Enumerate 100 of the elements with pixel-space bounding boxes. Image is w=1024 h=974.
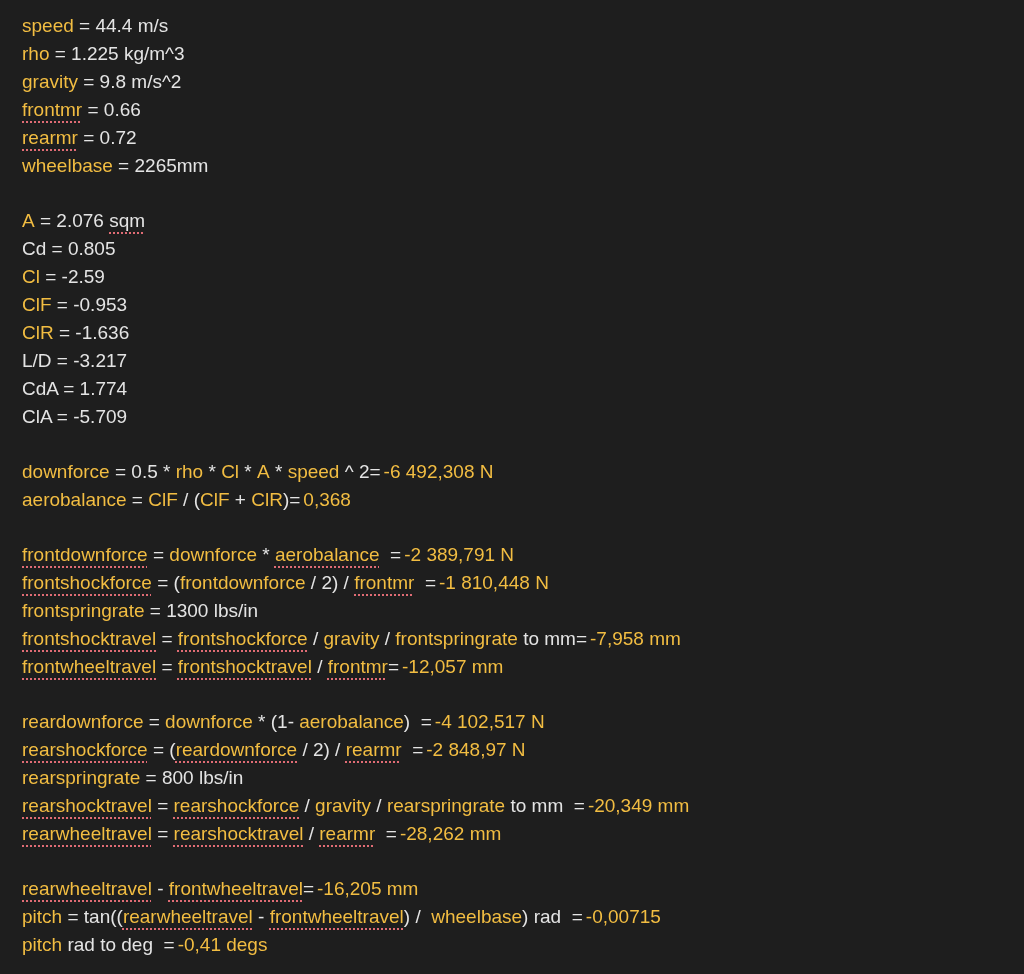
variable-name: Cl — [221, 460, 240, 484]
expression-text: / — [311, 627, 320, 651]
expression-text: = — [147, 710, 161, 734]
expression-text: = 2265mm — [117, 154, 209, 178]
variable-name: rearshocktravel — [22, 794, 152, 818]
variable-name: A — [257, 460, 270, 484]
expression-text: = -2.59 — [44, 265, 105, 289]
variable-name: rearmr — [345, 738, 402, 762]
variable-name: pitch — [22, 933, 63, 957]
variable-name: ClF — [148, 488, 178, 512]
expression-text: = 9.8 m/s^2 — [82, 70, 182, 94]
expression-text: - — [257, 905, 266, 929]
variable-name: frontshocktravel — [177, 655, 312, 679]
expression-text: / 2) / — [301, 738, 342, 762]
expression-text: ^ 2= — [343, 460, 381, 484]
expression-text: = 1.225 kg/m^3 — [53, 42, 185, 66]
expression-text: = 2.076 — [38, 209, 105, 233]
expression-text: * — [243, 460, 253, 484]
expression-text: ) = — [403, 710, 432, 734]
expression-text: / ( — [182, 488, 200, 512]
variable-name: frontmr — [354, 571, 415, 595]
expression-text: / 2) / — [309, 571, 350, 595]
expression-text: * (1- — [257, 710, 295, 734]
expression-text: = — [302, 877, 315, 901]
expression-text: = — [130, 488, 144, 512]
variable-name: ClR — [251, 488, 283, 512]
expression-text: ClA = -5.709 — [22, 405, 128, 429]
result-value: -16,205 mm — [316, 877, 419, 901]
expression-text: = -1.636 — [57, 321, 130, 345]
expression-text: = -0.953 — [55, 293, 128, 317]
variable-name: frontshocktravel — [22, 627, 157, 651]
result-value: -4 102,517 N — [433, 710, 545, 734]
variable-name: rearspringrate — [386, 794, 506, 818]
expression-text: = tan(( — [66, 905, 123, 929]
variable-name: frontshockforce — [177, 627, 308, 651]
expression-text: - — [156, 877, 165, 901]
expression-text: to mm = — [509, 794, 585, 818]
variable-name: frontmr — [327, 655, 388, 679]
result-value: -2 848,97 N — [425, 738, 526, 762]
variable-name: rearshocktravel — [173, 822, 304, 846]
expression-text: = — [411, 738, 424, 762]
variable-name: reardownforce — [175, 738, 298, 762]
variable-name: rearwheeltravel — [22, 822, 152, 846]
variable-name: reardownforce — [22, 710, 144, 734]
variable-name: frontshockforce — [22, 571, 152, 595]
expression-text: ) rad = — [522, 905, 583, 929]
result-value: -0,41 degs — [176, 933, 268, 957]
variable-name: frontmr — [22, 98, 83, 122]
expression-text: L/D = -3.217 — [22, 349, 128, 373]
expression-text: = 1300 lbs/in — [148, 599, 259, 623]
expression-text: * — [261, 543, 271, 567]
variable-name: frontdownforce — [179, 571, 306, 595]
expression-text: = — [387, 655, 400, 679]
expression-text: * — [274, 460, 284, 484]
result-value: -6 492,308 N — [382, 460, 494, 484]
variable-name: gravity — [22, 70, 78, 94]
expression-text: = — [160, 655, 174, 679]
variable-name: frontdownforce — [22, 543, 148, 567]
variable-name: rearmr — [319, 822, 376, 846]
variable-name: rearspringrate — [22, 766, 141, 790]
expression-text: = ( — [156, 571, 180, 595]
variable-name: gravity — [315, 794, 372, 818]
expression-text: = — [156, 794, 170, 818]
expression-text: to mm= — [522, 627, 587, 651]
variable-name: frontwheeltravel — [22, 655, 157, 679]
variable-name: aerobalance — [299, 710, 404, 734]
variable-name: frontspringrate — [395, 627, 518, 651]
expression-text: = — [384, 822, 397, 846]
result-value: -1 810,448 N — [438, 571, 549, 595]
variable-name: rho — [175, 460, 204, 484]
expression-text: / — [303, 794, 311, 818]
variable-name: A — [22, 209, 35, 233]
variable-name: wheelbase — [431, 905, 523, 929]
variable-name: frontwheeltravel — [269, 905, 404, 929]
result-value: -28,262 mm — [398, 822, 502, 846]
expression-text: = — [423, 571, 436, 595]
expression-text: = — [156, 822, 170, 846]
expression-text: Cd = 0.805 — [22, 237, 116, 261]
variable-name: rearmr — [22, 126, 78, 150]
variable-name: frontwheeltravel — [168, 877, 303, 901]
result-value: -0,00715 — [584, 905, 661, 929]
result-value: 0,368 — [302, 488, 351, 512]
variable-name: wheelbase — [22, 154, 113, 178]
expression-text: = — [389, 543, 402, 567]
expression-text: = 0.66 — [86, 98, 141, 122]
expression-text: / — [375, 794, 383, 818]
variable-name: downforce — [169, 543, 257, 567]
expression-text: = 0.72 — [82, 126, 137, 150]
variable-name: rearwheeltravel — [122, 905, 253, 929]
variable-name: ClF — [200, 488, 230, 512]
expression-text: / — [307, 822, 315, 846]
variable-name: rho — [22, 42, 50, 66]
expression-text: rad to deg = — [66, 933, 175, 957]
variable-name: ClR — [22, 321, 54, 345]
expression-text: / — [383, 627, 392, 651]
expression-text: ) / — [403, 905, 422, 929]
variable-name: speed — [22, 14, 74, 38]
variable-name: aerobalance — [22, 488, 127, 512]
expression-text: )= — [282, 488, 301, 512]
expression-text: = — [160, 627, 174, 651]
